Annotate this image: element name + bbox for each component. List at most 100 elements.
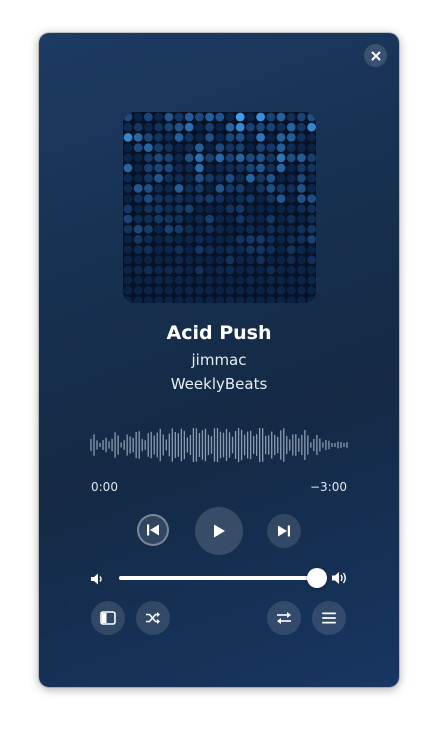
sidebar-toggle-button[interactable] [91,601,125,635]
art-dot [225,265,235,275]
art-dot [205,204,214,214]
art-dot [286,122,296,132]
art-dot [205,245,214,255]
volume-max-button[interactable] [331,570,349,590]
next-button[interactable] [267,514,301,548]
art-dot [246,286,255,295]
art-dot [144,153,153,163]
art-dot [144,235,153,244]
art-dot [133,235,143,244]
art-dot [246,133,255,142]
art-dot [205,296,214,303]
art-dot [174,133,184,142]
art-dot [154,112,163,122]
art-dot [286,255,296,265]
art-dot [205,286,214,295]
art-dot [123,275,133,285]
art-dot [154,224,163,234]
art-dot [133,143,143,152]
art-dot [184,255,194,265]
art-dot [133,122,143,132]
art-dot [246,184,255,193]
art-dot [215,286,225,295]
art-dot [215,245,225,255]
previous-button[interactable] [137,514,169,546]
art-dot [195,163,204,173]
art-dot [307,194,316,203]
waveform-seekbar[interactable] [90,426,348,464]
queue-button[interactable] [312,601,346,635]
art-dot [276,153,286,163]
art-dot [266,275,276,285]
art-dot [184,133,194,142]
art-dot [266,296,276,303]
art-dot [225,296,235,303]
art-dot [133,184,143,193]
art-dot [133,112,143,122]
art-dot [154,214,163,224]
art-dot [297,184,306,193]
art-dot [256,224,265,234]
repeat-button[interactable] [267,601,301,635]
art-dot [123,143,133,152]
art-dot [205,143,214,152]
art-dot [215,184,225,193]
art-dot [235,173,245,183]
art-dot [215,214,225,224]
shuffle-button[interactable] [136,601,170,635]
close-button[interactable] [364,44,387,67]
art-dot [164,163,174,173]
art-dot [195,245,204,255]
art-dot [246,224,255,234]
volume-mute-button[interactable] [90,571,104,590]
art-dot [133,265,143,275]
art-dot [225,214,235,224]
art-dot [184,122,194,132]
art-dot [133,194,143,203]
art-dot [286,296,296,303]
art-dot [215,112,225,122]
art-dot [225,255,235,265]
art-dot [154,133,163,142]
art-dot [246,173,255,183]
art-dot [266,265,276,275]
art-dot [154,173,163,183]
art-dot [297,286,306,295]
art-dot [205,224,214,234]
art-dot [144,184,153,193]
art-dot [195,122,204,132]
art-dot [123,184,133,193]
art-dot [307,112,316,122]
volume-slider[interactable] [119,568,327,588]
art-dot [256,184,265,193]
art-dot [266,214,276,224]
art-dot [144,275,153,285]
art-dot [297,275,306,285]
art-dot [235,143,245,152]
art-dot [205,194,214,203]
art-dot [154,122,163,132]
art-dot [164,296,174,303]
art-dot [195,255,204,265]
art-dot [246,255,255,265]
art-dot [235,265,245,275]
art-dot [256,143,265,152]
art-dot [154,296,163,303]
art-dot [184,286,194,295]
art-dot [266,184,276,193]
art-dot [164,173,174,183]
art-dot [266,122,276,132]
art-dot [286,265,296,275]
art-dot [174,265,184,275]
play-button[interactable] [195,507,243,555]
art-dot [297,204,306,214]
art-dot [286,194,296,203]
art-dot [276,194,286,203]
volume-slider-knob[interactable] [307,568,327,588]
art-dot [225,245,235,255]
art-dot [256,122,265,132]
art-dot [123,194,133,203]
art-dot [266,224,276,234]
art-dot [144,224,153,234]
art-dot [215,133,225,142]
